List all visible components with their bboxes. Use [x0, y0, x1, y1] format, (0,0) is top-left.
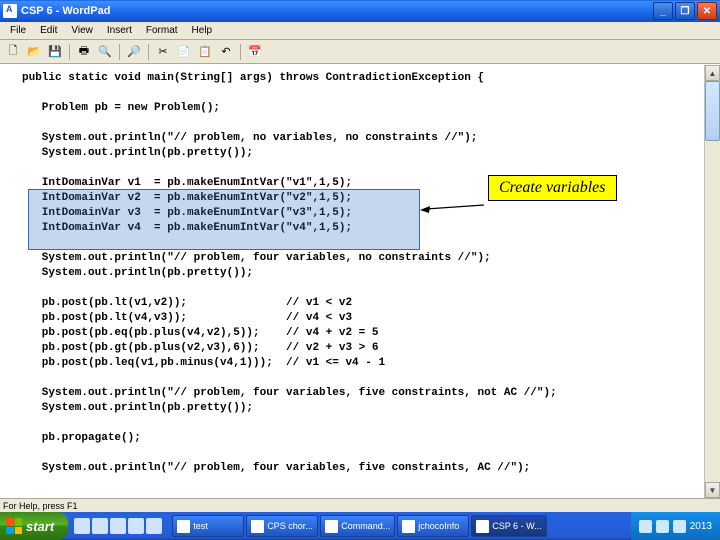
clock[interactable]: 2013 — [690, 521, 712, 532]
quick-launch — [68, 518, 168, 534]
copy-button[interactable]: 📄 — [175, 43, 193, 61]
start-label: start — [26, 519, 54, 534]
toolbar: 🗋 📂 💾 🖶 🔍 🔎 ✂ 📄 📋 ↶ 📅 — [0, 40, 720, 64]
task-label: CSP 6 - W... — [492, 521, 541, 531]
quicklaunch-icon[interactable] — [92, 518, 108, 534]
task-label: Command... — [341, 521, 390, 531]
find-button[interactable]: 🔎 — [125, 43, 143, 61]
wordpad-icon — [476, 520, 489, 533]
start-button[interactable]: start — [0, 512, 68, 540]
print-button[interactable]: 🖶 — [75, 43, 93, 61]
datetime-button[interactable]: 📅 — [246, 43, 264, 61]
toolbar-separator — [69, 44, 70, 60]
system-tray: 2013 — [631, 512, 720, 540]
menu-insert[interactable]: Insert — [101, 24, 138, 37]
scroll-down-button[interactable]: ▼ — [705, 482, 720, 498]
annotation-arrow — [420, 205, 480, 206]
windows-logo-icon — [6, 518, 22, 534]
save-button[interactable]: 💾 — [46, 43, 64, 61]
task-label: test — [193, 521, 208, 531]
tray-icon[interactable] — [639, 520, 652, 533]
taskbar: start test CPS chor... Command... jchoco… — [0, 512, 720, 540]
vertical-scrollbar[interactable]: ▲ ▼ — [704, 65, 720, 498]
quicklaunch-icon[interactable] — [128, 518, 144, 534]
tray-icon[interactable] — [656, 520, 669, 533]
editor-area[interactable]: public static void main(String[] args) t… — [0, 64, 720, 498]
toolbar-separator — [240, 44, 241, 60]
new-button[interactable]: 🗋 — [4, 43, 22, 61]
app-icon — [402, 520, 415, 533]
open-button[interactable]: 📂 — [25, 43, 43, 61]
task-button[interactable]: jchocoInfo — [397, 515, 469, 537]
annotation-callout: Create variables — [488, 175, 617, 201]
status-bar: For Help, press F1 — [0, 498, 720, 512]
menu-bar: File Edit View Insert Format Help — [0, 22, 720, 40]
paste-button[interactable]: 📋 — [196, 43, 214, 61]
task-button[interactable]: Command... — [320, 515, 395, 537]
menu-edit[interactable]: Edit — [34, 24, 63, 37]
quicklaunch-icon[interactable] — [146, 518, 162, 534]
toolbar-separator — [119, 44, 120, 60]
tray-icon[interactable] — [673, 520, 686, 533]
app-icon — [251, 520, 264, 533]
task-button-active[interactable]: CSP 6 - W... — [471, 515, 546, 537]
quicklaunch-icon[interactable] — [110, 518, 126, 534]
menu-view[interactable]: View — [65, 24, 99, 37]
task-button[interactable]: test — [172, 515, 244, 537]
cut-button[interactable]: ✂ — [154, 43, 172, 61]
window-titlebar: CSP 6 - WordPad _ ❐ ✕ — [0, 0, 720, 22]
status-text: For Help, press F1 — [3, 501, 78, 511]
task-label: jchocoInfo — [418, 521, 459, 531]
task-button[interactable]: CPS chor... — [246, 515, 318, 537]
print-preview-button[interactable]: 🔍 — [96, 43, 114, 61]
document-text[interactable]: public static void main(String[] args) t… — [0, 65, 720, 476]
menu-help[interactable]: Help — [186, 24, 219, 37]
wordpad-icon — [3, 4, 17, 18]
undo-button[interactable]: ↶ — [217, 43, 235, 61]
close-button[interactable]: ✕ — [697, 2, 717, 20]
menu-file[interactable]: File — [4, 24, 32, 37]
taskbar-tasks: test CPS chor... Command... jchocoInfo C… — [168, 515, 631, 537]
menu-format[interactable]: Format — [140, 24, 184, 37]
folder-icon — [177, 520, 190, 533]
toolbar-separator — [148, 44, 149, 60]
scroll-up-button[interactable]: ▲ — [705, 65, 720, 81]
minimize-button[interactable]: _ — [653, 2, 673, 20]
selection-highlight — [28, 189, 420, 250]
quicklaunch-icon[interactable] — [74, 518, 90, 534]
maximize-button[interactable]: ❐ — [675, 2, 695, 20]
scroll-thumb[interactable] — [705, 81, 720, 141]
cmd-icon — [325, 520, 338, 533]
window-title: CSP 6 - WordPad — [21, 5, 653, 17]
task-label: CPS chor... — [267, 521, 313, 531]
